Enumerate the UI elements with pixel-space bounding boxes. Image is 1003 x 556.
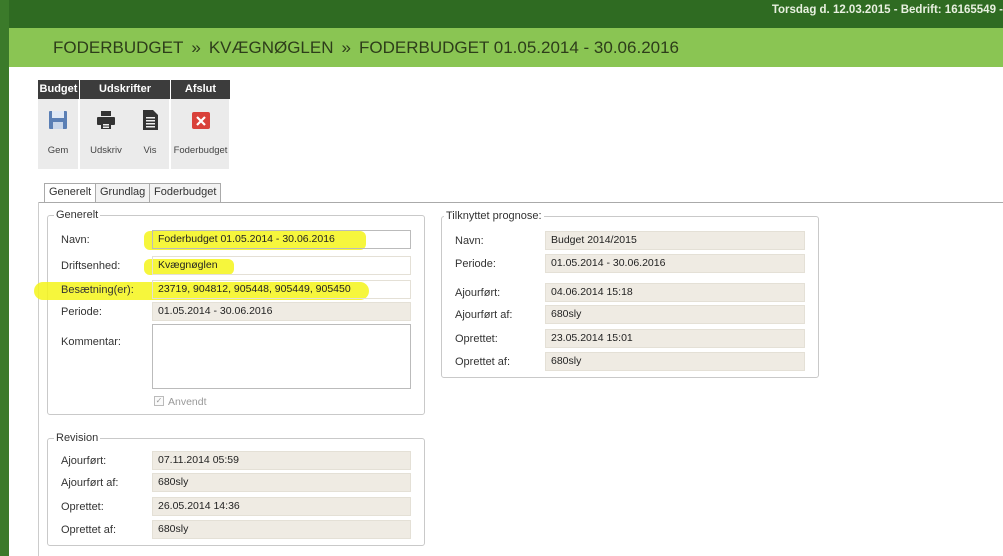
date-company-info: Torsdag d. 12.03.2015 - Bedrift: 1616554… (771, 4, 1003, 16)
kommentar-label: Kommentar: (61, 336, 121, 348)
breadcrumb: FODERBUDGET » KVÆGNØGLEN » FODERBUDGET 01.05… (9, 28, 1003, 67)
tab-foderbudget[interactable]: Foderbudget (149, 183, 222, 202)
toolbar-group-udskrifter: Udskrifter Udskriv Vis (80, 80, 170, 169)
document-icon (143, 110, 158, 130)
revision-ajourfoert-af-row: Ajourført af: 680sly (48, 473, 426, 493)
toolbar-group-afslut: Afslut Foderbudget (171, 80, 230, 169)
tab-divider (38, 202, 1003, 203)
content-border (38, 202, 39, 556)
revision-oprettet-af-row: Oprettet af: 680sly (48, 520, 426, 540)
oprettet-label: Oprettet: (61, 501, 104, 513)
breadcrumb-foderbudget[interactable]: FODERBUDGET (53, 38, 183, 57)
prognose-ajourfoert-value: 04.06.2014 15:18 (545, 283, 805, 302)
driftsenhed-value: Kvægnøglen (152, 256, 411, 275)
print-label: Udskriv (90, 145, 122, 156)
prognose-oprettet-row: Oprettet: 23.05.2014 15:01 (442, 329, 820, 349)
view-button[interactable]: Vis (130, 99, 170, 169)
oprettet-value: 26.05.2014 14:36 (152, 497, 411, 516)
prognose-periode-value: 01.05.2014 - 30.06.2016 (545, 254, 805, 273)
prognose-oprettet-af-value: 680sly (545, 352, 805, 371)
toolbar-group-budget: Budget Gem (38, 80, 79, 169)
revision-oprettet-row: Oprettet: 26.05.2014 14:36 (48, 497, 426, 517)
navn-input[interactable]: Foderbudget 01.05.2014 - 30.06.2016 (152, 230, 411, 249)
revision-ajourfoert-row: Ajourført: 07.11.2014 05:59 (48, 451, 426, 471)
besaetning-row: Besætning(er): 23719, 904812, 905448, 90… (48, 280, 426, 300)
navn-row: Navn: Foderbudget 01.05.2014 - 30.06.201… (48, 230, 426, 250)
periode-label: Periode: (455, 258, 496, 270)
section-legend: Revision (54, 432, 101, 444)
view-label: Vis (143, 145, 157, 156)
ajourfoert-label: Ajourført: (61, 455, 107, 467)
periode-label: Periode: (61, 306, 102, 318)
prognose-ajourfoert-row: Ajourført: 04.06.2014 15:18 (442, 283, 820, 303)
left-accent-bar (0, 0, 9, 556)
close-foderbudget-button[interactable]: Foderbudget (171, 99, 230, 169)
save-icon (49, 111, 67, 129)
oprettet-label: Oprettet: (455, 333, 498, 345)
print-button[interactable]: Udskriv (86, 99, 126, 169)
ajourfoert-label: Ajourført: (455, 287, 501, 299)
besaetning-value: 23719, 904812, 905448, 905449, 905450 (152, 280, 411, 299)
ajourfoert-af-label: Ajourført af: (455, 309, 513, 321)
top-bar: Torsdag d. 12.03.2015 - Bedrift: 1616554… (9, 0, 1003, 28)
breadcrumb-kvaegnoeglen[interactable]: KVÆGNØGLEN (209, 38, 334, 57)
toolbar-group-label: Udskrifter (80, 80, 170, 99)
breadcrumb-current: FODERBUDGET 01.05.2014 - 30.06.2016 (358, 38, 680, 57)
anvendt-label: Anvendt (168, 396, 207, 408)
navn-label: Navn: (455, 235, 484, 247)
kommentar-textarea[interactable] (152, 324, 411, 389)
periode-value: 01.05.2014 - 30.06.2016 (152, 302, 411, 321)
prognose-navn-row: Navn: Budget 2014/2015 (442, 231, 820, 251)
anvendt-checkbox[interactable]: ✓ (154, 396, 164, 406)
generelt-section: Generelt Navn: Foderbudget 01.05.2014 - … (34, 209, 426, 415)
ajourfoert-af-label: Ajourført af: (61, 477, 119, 489)
ajourfoert-value: 07.11.2014 05:59 (152, 451, 411, 470)
prognose-periode-row: Periode: 01.05.2014 - 30.06.2016 (442, 254, 820, 274)
section-legend: Tilknyttet prognose: (444, 210, 544, 222)
save-label: Gem (47, 145, 69, 156)
besaetning-label: Besætning(er): (61, 284, 134, 296)
navn-label: Navn: (61, 234, 90, 246)
ajourfoert-af-value: 680sly (152, 473, 411, 492)
save-button[interactable]: Gem (38, 99, 78, 169)
prognose-ajourfoert-af-value: 680sly (545, 305, 805, 324)
prognose-oprettet-af-row: Oprettet af: 680sly (442, 352, 820, 372)
revision-section: Revision Ajourført: 07.11.2014 05:59 Ajo… (47, 432, 426, 546)
prognose-navn-value: Budget 2014/2015 (545, 231, 805, 250)
prognose-section: Tilknyttet prognose: Navn: Budget 2014/2… (441, 210, 820, 378)
breadcrumb-separator: » (191, 38, 201, 57)
driftsenhed-label: Driftsenhed: (61, 260, 121, 272)
oprettet-af-value: 680sly (152, 520, 411, 539)
oprettet-af-label: Oprettet af: (455, 356, 511, 368)
driftsenhed-row: Driftsenhed: Kvægnøglen (48, 256, 426, 276)
periode-row: Periode: 01.05.2014 - 30.06.2016 (48, 302, 426, 322)
prognose-oprettet-value: 23.05.2014 15:01 (545, 329, 805, 348)
breadcrumb-separator: » (341, 38, 351, 57)
prognose-ajourfoert-af-row: Ajourført af: 680sly (442, 305, 820, 325)
printer-icon (97, 111, 115, 129)
close-foderbudget-label: Foderbudget (173, 145, 228, 156)
toolbar-group-label: Afslut (171, 80, 230, 99)
oprettet-af-label: Oprettet af: (61, 524, 117, 536)
tab-grundlag[interactable]: Grundlag (95, 183, 151, 202)
tab-generelt[interactable]: Generelt (44, 183, 97, 203)
section-legend: Generelt (54, 209, 101, 221)
toolbar-group-label: Budget (38, 80, 79, 99)
close-icon (191, 112, 210, 129)
